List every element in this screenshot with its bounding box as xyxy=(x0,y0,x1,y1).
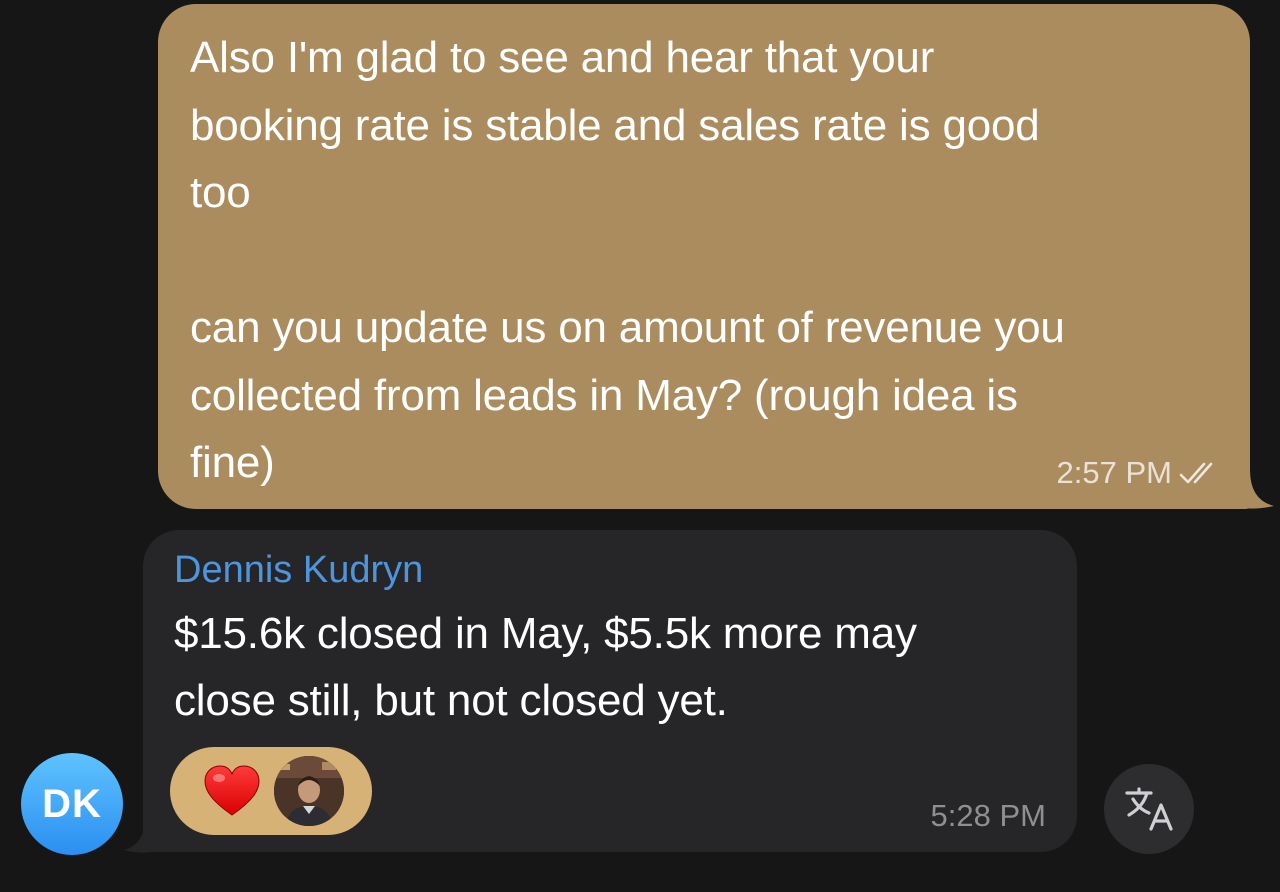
reactor-avatar xyxy=(274,756,344,826)
incoming-message-bubble[interactable]: Dennis Kudryn $15.6k closed in May, $5.5… xyxy=(143,530,1077,852)
sender-avatar[interactable]: DK xyxy=(21,753,123,855)
outgoing-message-time: 2:57 PM xyxy=(1056,455,1172,490)
double-check-icon xyxy=(1179,462,1213,484)
translate-icon xyxy=(1125,787,1173,831)
outgoing-message-text: Also I'm glad to see and hear that your … xyxy=(190,33,1065,487)
sender-name[interactable]: Dennis Kudryn xyxy=(174,546,1047,594)
incoming-message-time: 5:28 PM xyxy=(930,798,1046,833)
heart-icon xyxy=(204,765,260,816)
incoming-message-text: $15.6k closed in May, $5.5k more may clo… xyxy=(174,609,917,725)
reaction-pill[interactable] xyxy=(170,747,372,835)
translate-button[interactable] xyxy=(1104,764,1194,854)
chat-view: Also I'm glad to see and hear that your … xyxy=(0,0,1280,892)
outgoing-message-bubble[interactable]: Also I'm glad to see and hear that your … xyxy=(158,4,1250,509)
outgoing-message-meta: 2:57 PM xyxy=(1057,455,1224,491)
